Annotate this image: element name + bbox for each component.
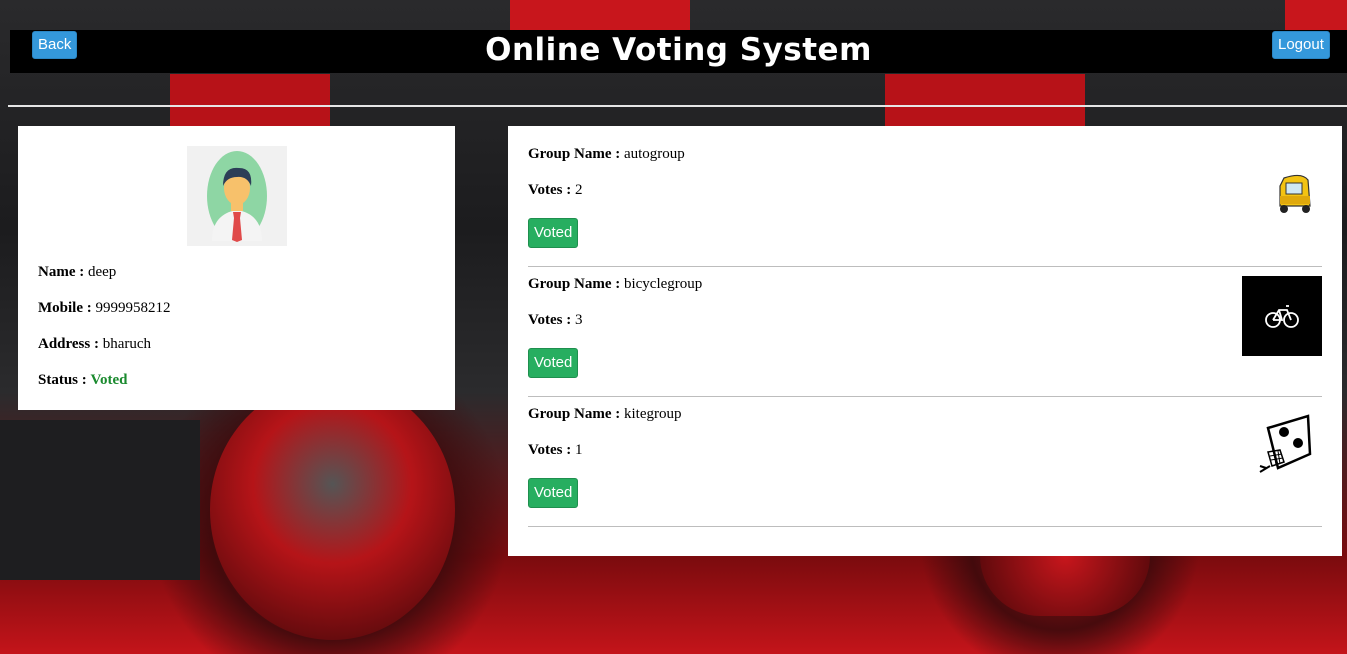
profile-panel: Name : deep Mobile : 9999958212 Address … [18,126,455,410]
voted-button[interactable]: Voted [528,478,579,508]
divider [8,105,1347,107]
group-card: Group Name : autogroup Votes : 2 Voted [528,136,1322,267]
group-name: Group Name : bicyclegroup [528,276,703,292]
page-title: Online Voting System [485,32,872,68]
groups-panel: Group Name : autogroup Votes : 2 Voted G… [508,126,1342,556]
kite-icon [1248,410,1318,480]
back-button[interactable]: Back [32,31,78,59]
status-badge: Voted [90,372,128,388]
logout-button[interactable]: Logout [1272,31,1330,59]
group-name: Group Name : kitegroup [528,406,682,422]
user-avatar-icon [207,151,267,242]
group-card: Group Name : bicyclegroup Votes : 3 Vote… [528,266,1322,397]
group-votes: Votes : 1 [528,442,583,458]
profile-status: Status : Voted [38,372,128,388]
voted-button[interactable]: Voted [528,348,579,378]
profile-name: Name : deep [38,264,117,280]
voted-button[interactable]: Voted [528,218,579,248]
header-bar: Online Voting System [10,30,1347,73]
group-votes: Votes : 2 [528,182,583,198]
auto-rickshaw-icon [1262,166,1322,226]
bicycle-icon [1242,276,1322,356]
avatar [187,146,287,246]
profile-address: Address : bharuch [38,336,152,352]
group-card: Group Name : kitegroup Votes : 1 Voted [528,396,1322,527]
profile-mobile: Mobile : 9999958212 [38,300,171,316]
group-votes: Votes : 3 [528,312,583,328]
group-name: Group Name : autogroup [528,146,685,162]
